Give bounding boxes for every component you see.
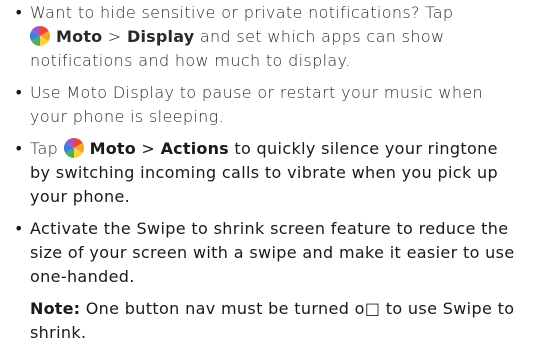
moto-app-icon [30,26,50,46]
list-item-text: Activate the Swipe to shrink screen feat… [30,219,515,286]
moto-app-icon [63,138,84,158]
item-text-lead: Tap [30,139,59,158]
menu-separator: > [107,27,122,46]
bullet-marker: • [14,83,24,102]
list-item: • Want to hide sensitive or private noti… [14,1,519,73]
app-name: Moto [56,27,103,46]
bullet-marker: • [14,139,24,158]
bullet-marker: • [14,3,24,22]
menu-separator: > [141,139,156,158]
note-label: Note: [30,299,81,318]
document-page: • Want to hide sensitive or private noti… [0,0,533,346]
list-item-text: Use Moto Display to pause or restart you… [30,83,484,126]
list-item: • Use Moto Display to pause or restart y… [14,81,519,129]
note-text: One button nav must be turned o□ to use … [30,299,515,342]
bullet-marker: • [14,219,24,238]
list-item: • Tap Moto > Actions to quickly silence … [14,137,519,209]
item-text-lead: Want to hide sensitive or private notifi… [30,3,454,22]
menu-target: Display [127,27,195,46]
app-name: Moto [89,139,136,158]
list-item: • Activate the Swipe to shrink screen fe… [14,217,519,289]
note-block: Note: One button nav must be turned o□ t… [30,297,520,345]
list-item-text: Tap Moto > Actions to quickly silence yo… [30,137,519,209]
list-item-text: Want to hide sensitive or private notifi… [30,1,519,73]
menu-target: Actions [160,139,229,158]
